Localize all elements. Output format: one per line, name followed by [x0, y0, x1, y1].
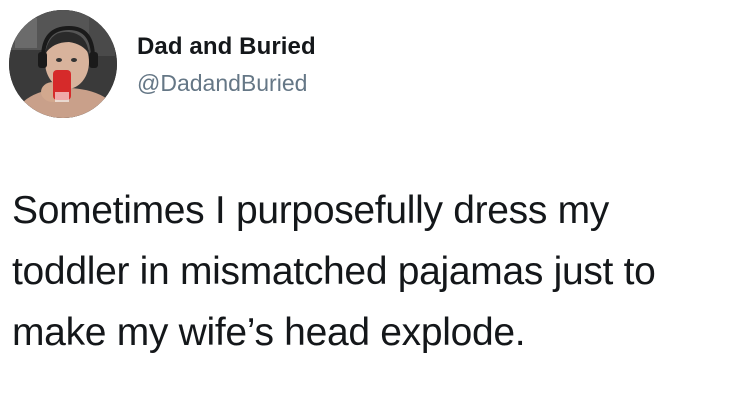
tweet-text-line: make my wife’s head explode. — [12, 311, 526, 354]
avatar[interactable] — [9, 10, 117, 118]
profile-photo-image — [9, 10, 117, 118]
tweet-text-line: toddler in mismatched pajamas just to — [12, 250, 656, 293]
tweet-text-line: Sometimes I purposefully dress my — [12, 189, 609, 232]
tweet-text: Sometimes I purposefully dress my toddle… — [12, 180, 732, 363]
author-handle[interactable]: @DadandBuried — [137, 70, 307, 97]
author-display-name[interactable]: Dad and Buried — [137, 33, 316, 61]
tweet-card: Dad and Buried @DadandBuried Sometimes I… — [0, 0, 740, 409]
